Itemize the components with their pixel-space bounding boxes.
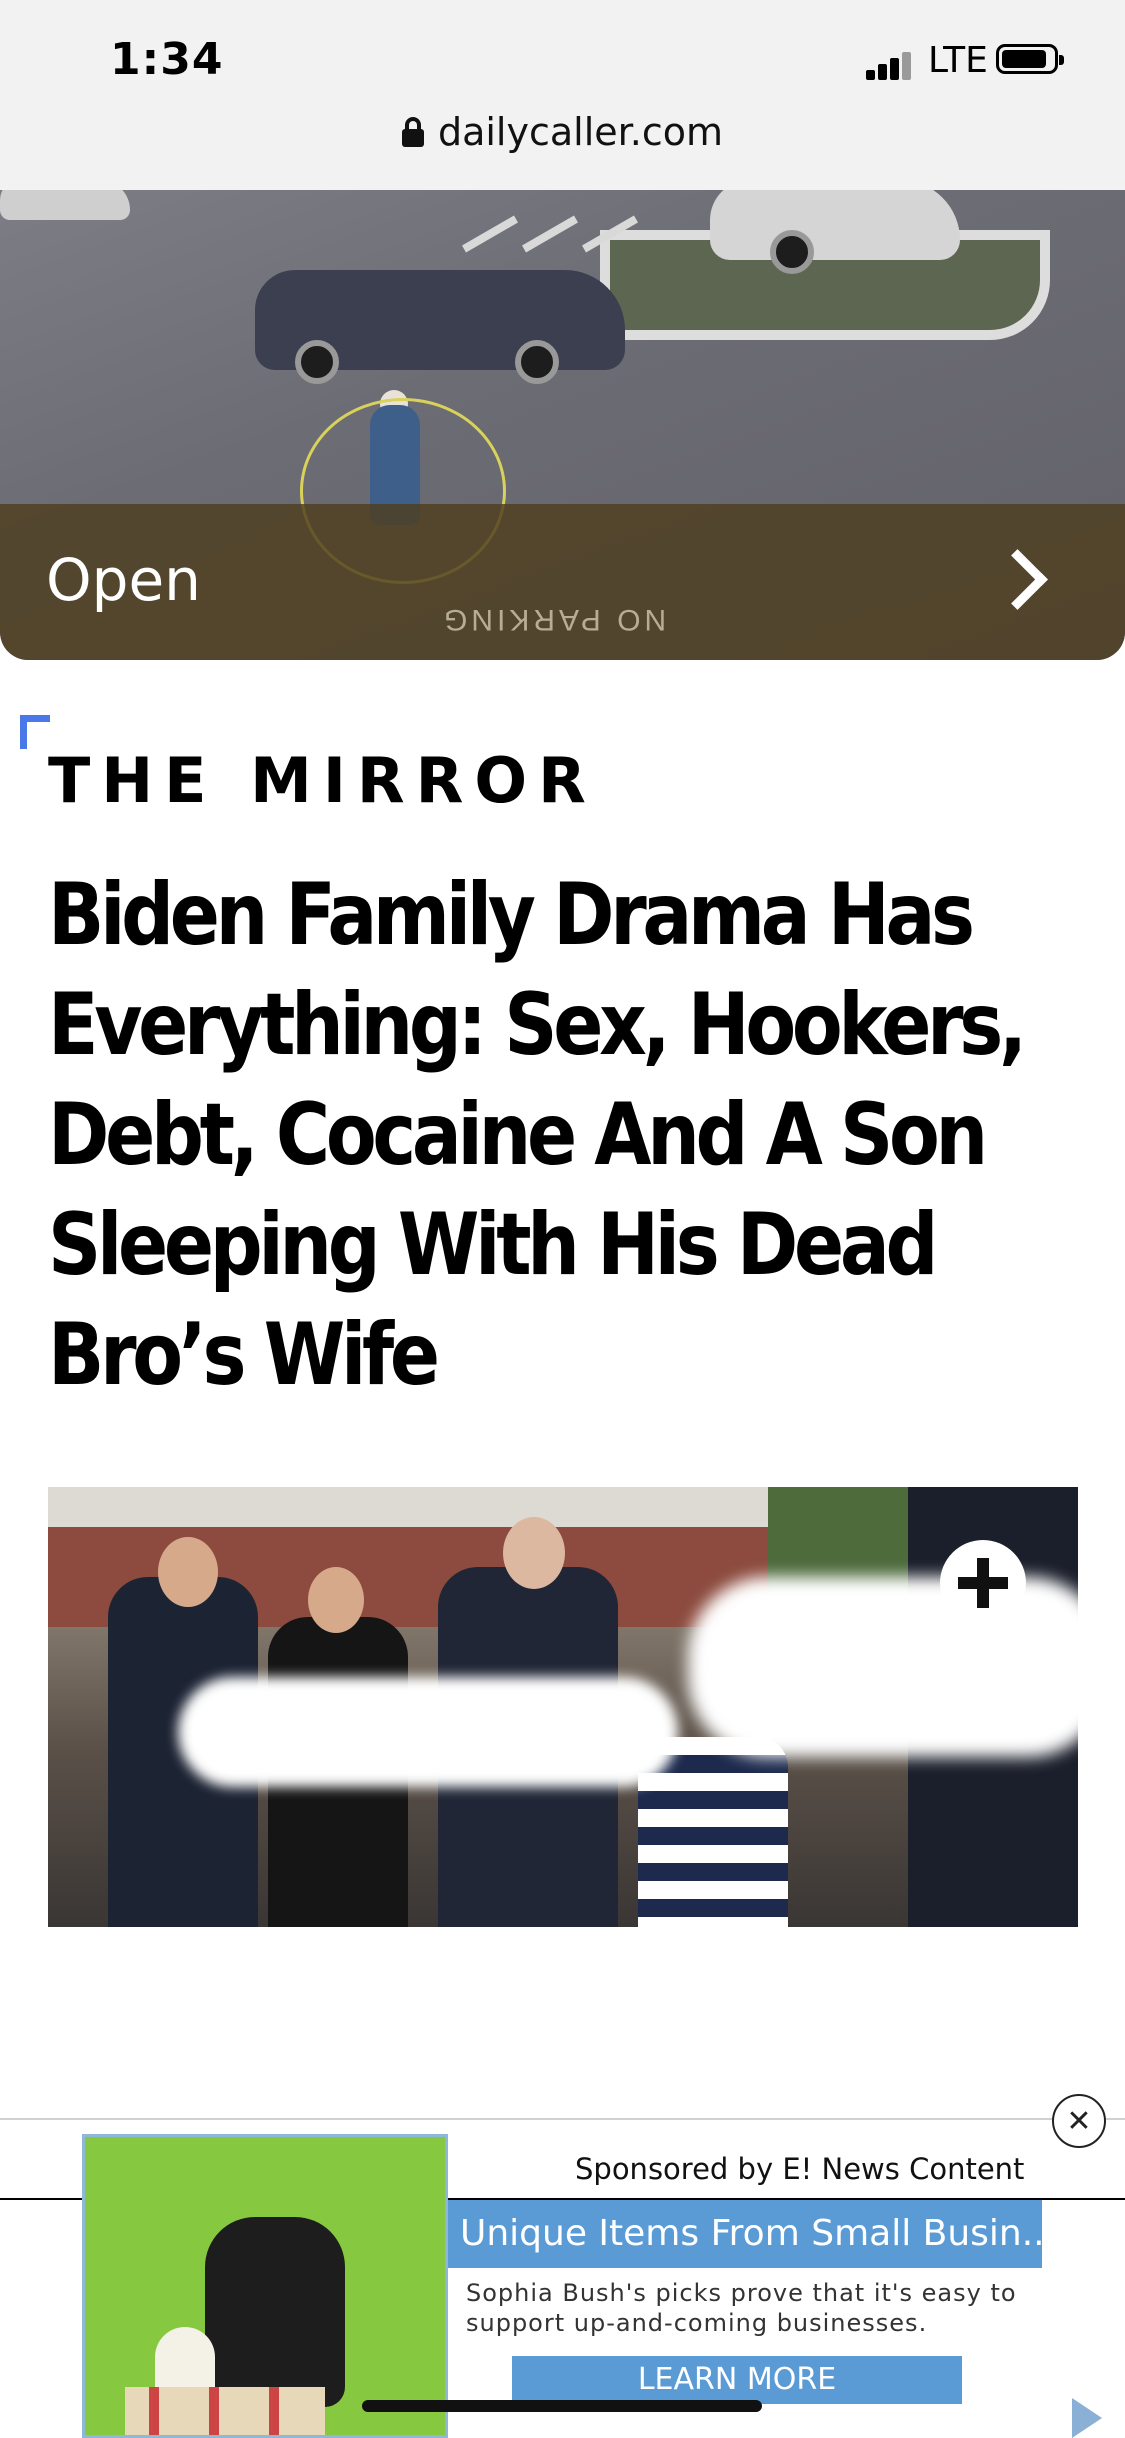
learn-more-button[interactable]: LEARN MORE — [512, 2356, 962, 2404]
video-banner[interactable]: Open NO PARKING — [0, 190, 1125, 660]
parked-car — [255, 270, 625, 384]
photo-face — [308, 1567, 364, 1633]
ad-description: Sophia Bush's picks prove that it's easy… — [466, 2279, 1017, 2337]
article-headline: Biden Family Drama Has Everything: Sex, … — [48, 865, 1027, 1405]
lock-icon — [401, 117, 424, 147]
parked-car — [710, 190, 960, 274]
open-bar[interactable]: Open — [0, 504, 1125, 660]
status-time: 1:34 — [110, 34, 224, 85]
battery-icon — [996, 44, 1064, 74]
photo-roof — [48, 1487, 768, 1527]
chevron-right-icon[interactable] — [987, 549, 1048, 610]
photo-obscured-area — [178, 1677, 678, 1787]
url-text: dailycaller.com — [437, 110, 724, 154]
sponsored-ad[interactable]: ✕ Sponsored by E! News Content Unique It… — [0, 2094, 1125, 2438]
plus-icon[interactable] — [940, 1540, 1026, 1626]
ad-image[interactable] — [82, 2134, 448, 2438]
ad-stroller — [205, 2217, 345, 2407]
lot-line — [462, 215, 518, 253]
parked-car — [0, 190, 130, 220]
section-label[interactable]: THE MIRROR — [48, 744, 597, 817]
adchoices-icon[interactable] — [1072, 2398, 1102, 2438]
home-indicator[interactable] — [362, 2400, 762, 2412]
signal-icon — [866, 50, 916, 80]
close-icon[interactable]: ✕ — [1052, 2094, 1106, 2148]
ad-blocks — [125, 2387, 325, 2435]
network-type: LTE — [928, 40, 988, 81]
browser-chrome: 1:34 LTE dailycaller.com — [0, 0, 1125, 190]
ad-title[interactable]: Unique Items From Small Busin... — [448, 2200, 1042, 2268]
address-bar[interactable]: dailycaller.com — [0, 104, 1125, 160]
section-corner-mark — [20, 715, 50, 749]
article-photo[interactable] — [48, 1487, 1078, 1927]
pavement-text: NO PARKING — [440, 603, 667, 636]
photo-face — [158, 1537, 218, 1607]
open-label: Open — [46, 546, 201, 614]
ad-sponsor-text: Sponsored by E! News Content — [575, 2152, 1025, 2186]
lot-line — [522, 215, 578, 253]
photo-face — [503, 1517, 565, 1589]
